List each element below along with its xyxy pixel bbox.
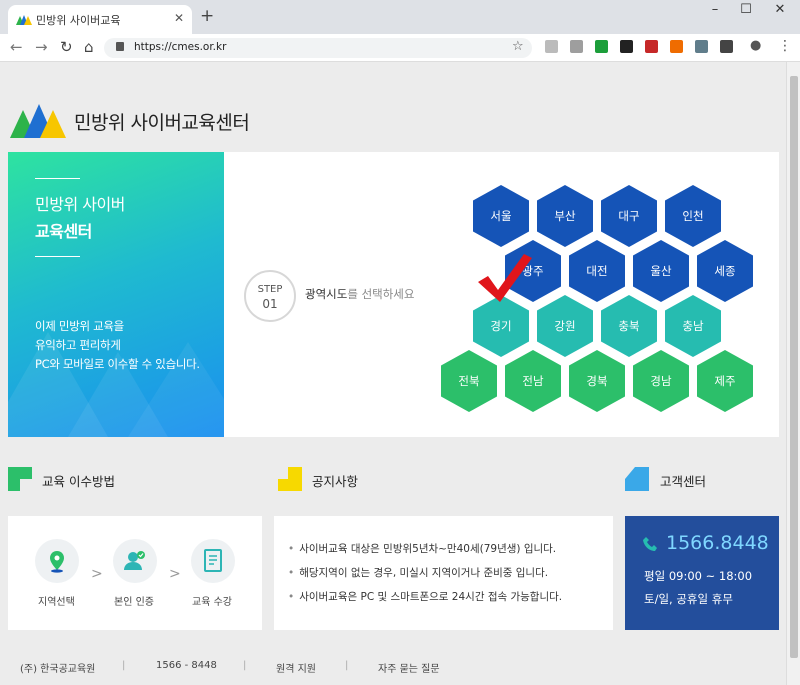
footer-remote-support-link[interactable]: 원격 지원: [276, 660, 316, 675]
course-document-icon: [191, 539, 235, 583]
support-card: 1566.8448 평일 09:00 ~ 18:00 토/일, 공휴일 휴무: [625, 516, 779, 630]
step-arrow-icon: >: [169, 566, 181, 582]
location-pin-icon: [35, 539, 79, 583]
howto-title: 교육 이수방법: [42, 474, 115, 489]
footer-separator: |: [122, 660, 126, 671]
banner-divider-top: [35, 178, 80, 179]
site-favicon-icon: [16, 15, 32, 25]
cursor-ext-icon[interactable]: [545, 40, 558, 53]
tab-title: 민방위 사이버교육: [36, 14, 121, 27]
user-verify-icon: [113, 539, 157, 583]
banner-title-line1: 민방위 사이버: [35, 195, 125, 214]
howto-section-icon: [8, 467, 32, 491]
browser-menu-icon[interactable]: ⋮: [778, 38, 792, 54]
play-ext-icon[interactable]: [645, 40, 658, 53]
banner-divider-bottom: [35, 256, 80, 257]
notice-item[interactable]: 사이버교육은 PC 및 스마트폰으로 24시간 접속 가능합니다.: [288, 589, 562, 604]
site-title[interactable]: 민방위 사이버교육센터: [74, 108, 250, 135]
selected-checkmark-icon: [478, 254, 532, 302]
footer-faq-link[interactable]: 자주 묻는 질문: [378, 660, 440, 675]
ex-ext-icon[interactable]: [670, 40, 683, 53]
minimize-button[interactable]: –: [705, 2, 725, 17]
notice-section-icon: [278, 467, 302, 491]
close-window-button[interactable]: ✕: [770, 2, 790, 17]
mail-ext-icon[interactable]: [570, 40, 583, 53]
footer-phone: 1566 - 8448: [156, 660, 217, 671]
reload-button[interactable]: ↻: [60, 38, 73, 56]
notice-item[interactable]: 사이버교육 대상은 민방위5년차~만40세(79년생) 입니다.: [288, 541, 556, 556]
banner-title-line2: 교육센터: [35, 222, 92, 241]
forward-button[interactable]: →: [35, 38, 48, 56]
address-bar[interactable]: https://cmes.or.kr ☆: [104, 38, 532, 58]
scrollbar[interactable]: [786, 62, 800, 685]
step-instruction-strong: 광역시도: [305, 287, 348, 301]
support-weekend-hours: 토/일, 공휴일 휴무: [644, 592, 733, 606]
banner-desc-line: 이제 민방위 교육을: [35, 319, 124, 333]
on-ext-icon[interactable]: [595, 40, 608, 53]
maximize-button[interactable]: ☐: [736, 2, 756, 17]
lock-icon: [116, 42, 124, 51]
banner-desc-line: 유익하고 편리하게: [35, 338, 121, 352]
support-phone[interactable]: 1566.8448: [666, 532, 769, 554]
notice-item[interactable]: 해당지역이 없는 경우, 미실시 지역이거나 준비중 입니다.: [288, 565, 548, 580]
back-button[interactable]: ←: [10, 38, 23, 56]
howto-step-label: 교육 수강: [192, 597, 232, 608]
download-ext-icon[interactable]: [695, 40, 708, 53]
step-badge: STEP 01: [244, 270, 296, 322]
step-number: 01: [262, 297, 278, 311]
new-tab-button[interactable]: +: [200, 6, 214, 26]
tab-close-icon[interactable]: ✕: [174, 11, 184, 25]
step-arrow-icon: >: [91, 566, 103, 582]
footer-separator: |: [243, 660, 247, 671]
phone-icon: [643, 537, 657, 551]
footer-separator: |: [345, 660, 349, 671]
home-button[interactable]: ⌂: [84, 38, 94, 56]
site-logo-icon[interactable]: [10, 104, 68, 138]
browser-tab[interactable]: 민방위 사이버교육 ✕: [8, 5, 192, 34]
footer-company: (주) 한국공교육원: [20, 664, 96, 675]
a-ext-icon[interactable]: [620, 40, 633, 53]
banner-desc-line: PC와 모바일로 이수할 수 있습니다.: [35, 357, 200, 371]
howto-step-label: 지역선택: [38, 597, 75, 608]
bookmark-star-icon[interactable]: ☆: [512, 39, 524, 54]
info-ext-icon[interactable]: [720, 40, 733, 53]
step-instruction: 광역시도를 선택하세요: [305, 286, 414, 302]
support-section-icon: [625, 467, 649, 491]
support-weekday-hours: 평일 09:00 ~ 18:00: [644, 569, 753, 583]
support-title: 고객센터: [660, 474, 707, 489]
notice-title[interactable]: 공지사항: [312, 471, 358, 490]
scrollbar-thumb[interactable]: [790, 76, 798, 658]
url-text: https://cmes.or.kr: [134, 41, 227, 53]
step-label: STEP: [257, 284, 283, 295]
hero-banner: 민방위 사이버 교육센터 이제 민방위 교육을 유익하고 편리하게 PC와 모바…: [8, 152, 224, 437]
account-icon[interactable]: ●: [750, 38, 761, 53]
step-instruction-rest: 를 선택하세요: [347, 287, 415, 301]
howto-step-label: 본인 인증: [114, 597, 154, 608]
